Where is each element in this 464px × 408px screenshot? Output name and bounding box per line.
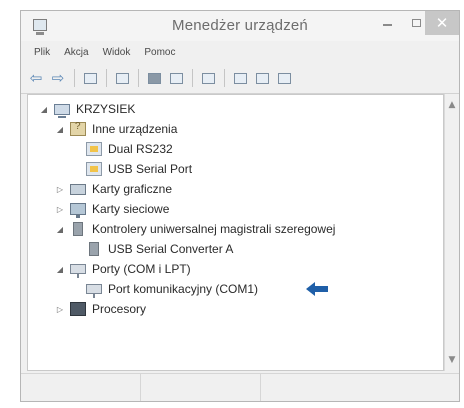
tree-node-label: Port komunikacyjny (COM1) bbox=[108, 282, 259, 296]
collapse-icon[interactable]: ◢ bbox=[54, 225, 66, 234]
port-icon bbox=[86, 284, 102, 298]
toolbar-separator bbox=[224, 69, 225, 87]
forward-button[interactable]: ⇨ bbox=[49, 69, 67, 87]
status-pane bbox=[141, 374, 261, 401]
properties-button[interactable] bbox=[81, 69, 99, 87]
pointer-arrow-icon bbox=[306, 282, 328, 296]
toolbar: ⇦ ⇨ bbox=[21, 63, 459, 94]
toolbar-separator bbox=[106, 69, 107, 87]
disable-icon bbox=[255, 72, 269, 84]
toolbar-separator bbox=[138, 69, 139, 87]
toolbar-separator bbox=[192, 69, 193, 87]
menu-view[interactable]: Widok bbox=[96, 47, 138, 58]
tree-node-dual-rs232[interactable]: Dual RS232 bbox=[70, 139, 173, 159]
uninstall-icon bbox=[277, 72, 291, 84]
tree-node-label: Kontrolery uniwersalnej magistrali szere… bbox=[92, 222, 336, 236]
maximize-icon bbox=[411, 19, 421, 27]
minimize-icon bbox=[382, 24, 392, 26]
tree-node-computer[interactable]: ◢ KRZYSIEK bbox=[38, 99, 135, 119]
view-icon bbox=[115, 72, 129, 84]
device-icon bbox=[86, 142, 102, 156]
device-icon bbox=[86, 162, 102, 176]
tree-node-label: Porty (COM i LPT) bbox=[92, 262, 191, 276]
status-pane bbox=[21, 374, 141, 401]
network-adapter-icon bbox=[70, 203, 86, 218]
usb-controller-icon bbox=[73, 222, 83, 236]
scan-button[interactable] bbox=[199, 69, 217, 87]
tree-node-label: Procesory bbox=[92, 302, 147, 316]
properties-icon bbox=[83, 72, 97, 84]
tree-node-usb-controllers[interactable]: ◢ Kontrolery uniwersalnej magistrali sze… bbox=[54, 219, 335, 239]
show-button[interactable] bbox=[167, 69, 185, 87]
computer-icon bbox=[54, 103, 70, 118]
tree-node-com1[interactable]: Port komunikacyjny (COM1) bbox=[70, 279, 258, 299]
tree-node-label: Inne urządzenia bbox=[92, 122, 178, 136]
tree-node-label: Karty sieciowe bbox=[92, 202, 170, 216]
processor-icon bbox=[70, 302, 86, 316]
title-bar: Menedżer urządzeń ✕ bbox=[21, 11, 459, 41]
tree-node-network-adapters[interactable]: ▷ Karty sieciowe bbox=[54, 199, 169, 219]
uninstall-button[interactable] bbox=[275, 69, 293, 87]
tree-node-label: USB Serial Port bbox=[108, 162, 193, 176]
status-bar bbox=[21, 373, 459, 401]
close-icon: ✕ bbox=[435, 14, 449, 32]
tree-node-usb-serial-converter[interactable]: USB Serial Converter A bbox=[70, 239, 233, 259]
menu-file[interactable]: Plik bbox=[27, 47, 57, 58]
back-button[interactable]: ⇦ bbox=[27, 69, 45, 87]
device-tree[interactable]: ◢ KRZYSIEK ◢ Inne urządzenia Dual RS232 … bbox=[27, 94, 444, 371]
graphics-card-icon bbox=[70, 183, 86, 195]
collapse-icon[interactable]: ◢ bbox=[54, 265, 66, 274]
expand-icon[interactable]: ▷ bbox=[54, 185, 66, 194]
expand-icon[interactable]: ▷ bbox=[54, 205, 66, 214]
scroll-up-icon[interactable]: ▲ bbox=[445, 100, 459, 110]
port-icon bbox=[70, 264, 86, 278]
unknown-device-icon bbox=[70, 121, 86, 136]
menu-bar: Plik Akcja Widok Pomoc bbox=[21, 41, 459, 63]
show-icon bbox=[169, 72, 183, 84]
menu-action[interactable]: Akcja bbox=[57, 47, 95, 58]
tree-node-processors[interactable]: ▷ Procesory bbox=[54, 299, 146, 319]
back-icon: ⇦ bbox=[29, 68, 43, 87]
scan-icon bbox=[201, 72, 215, 84]
tree-node-graphics-cards[interactable]: ▷ Karty graficzne bbox=[54, 179, 172, 199]
update-driver-icon bbox=[233, 72, 247, 84]
menu-help[interactable]: Pomoc bbox=[137, 47, 182, 58]
device-manager-window: Menedżer urządzeń ✕ Plik Akcja Widok Pom… bbox=[20, 10, 460, 402]
help-icon bbox=[147, 72, 161, 84]
tree-node-usb-serial-port[interactable]: USB Serial Port bbox=[70, 159, 192, 179]
scroll-down-icon[interactable]: ▼ bbox=[445, 355, 459, 365]
tree-node-ports[interactable]: ◢ Porty (COM i LPT) bbox=[54, 259, 191, 279]
collapse-icon[interactable]: ◢ bbox=[54, 125, 66, 134]
view-button[interactable] bbox=[113, 69, 131, 87]
update-driver-button[interactable] bbox=[231, 69, 249, 87]
tree-node-label: KRZYSIEK bbox=[76, 102, 136, 116]
tree-node-label: Karty graficzne bbox=[92, 182, 173, 196]
disable-button[interactable] bbox=[253, 69, 271, 87]
tree-node-label: USB Serial Converter A bbox=[108, 242, 234, 256]
tree-node-other-devices[interactable]: ◢ Inne urządzenia bbox=[54, 119, 177, 139]
vertical-scrollbar[interactable]: ▲ ▼ bbox=[444, 94, 459, 371]
forward-icon: ⇨ bbox=[51, 68, 65, 87]
tree-node-label: Dual RS232 bbox=[108, 142, 173, 156]
toolbar-separator bbox=[74, 69, 75, 87]
collapse-icon[interactable]: ◢ bbox=[38, 105, 50, 114]
minimize-button[interactable] bbox=[373, 11, 401, 35]
close-button[interactable]: ✕ bbox=[425, 11, 459, 35]
expand-icon[interactable]: ▷ bbox=[54, 305, 66, 314]
usb-device-icon bbox=[89, 242, 99, 256]
help-button[interactable] bbox=[145, 69, 163, 87]
